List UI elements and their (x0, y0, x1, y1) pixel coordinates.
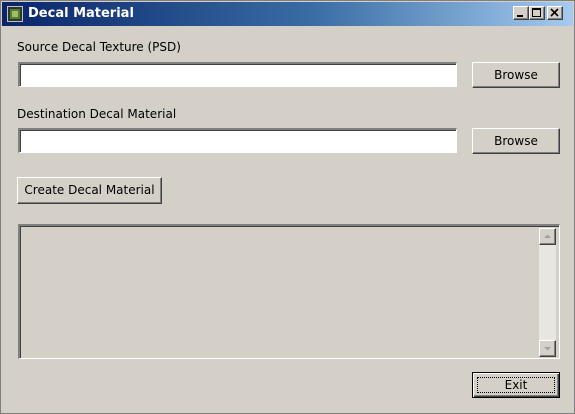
maximize-icon (532, 8, 541, 17)
main-window: Decal Material Source Decal Texture (PSD… (0, 0, 575, 414)
source-label: Source Decal Texture (PSD) (17, 40, 181, 54)
scroll-down-arrow-icon (544, 347, 551, 351)
window-title: Decal Material (28, 6, 134, 21)
destination-browse-label: Browse (494, 134, 538, 148)
scroll-up-arrow-icon (544, 234, 551, 238)
close-icon (550, 8, 559, 17)
minimize-icon (517, 15, 523, 17)
close-button[interactable] (547, 6, 563, 20)
create-decal-material-button[interactable]: Create Decal Material (17, 177, 162, 204)
destination-label: Destination Decal Material (17, 107, 177, 121)
exit-focus-rect (477, 377, 555, 393)
app-icon[interactable] (7, 6, 23, 22)
destination-browse-button[interactable]: Browse (472, 128, 560, 154)
source-texture-input[interactable] (18, 62, 457, 87)
vertical-scrollbar[interactable] (539, 228, 556, 357)
output-log[interactable] (18, 224, 560, 359)
maximize-button[interactable] (529, 6, 545, 20)
destination-material-input[interactable] (18, 128, 457, 153)
scroll-up-button[interactable] (539, 228, 556, 245)
source-browse-button[interactable]: Browse (472, 62, 560, 88)
source-browse-label: Browse (494, 68, 538, 82)
minimize-button[interactable] (513, 6, 529, 20)
title-bar[interactable]: Decal Material (2, 2, 573, 26)
exit-button[interactable]: Exit (472, 372, 560, 398)
create-decal-material-label: Create Decal Material (24, 183, 155, 197)
scroll-down-button[interactable] (539, 340, 556, 357)
